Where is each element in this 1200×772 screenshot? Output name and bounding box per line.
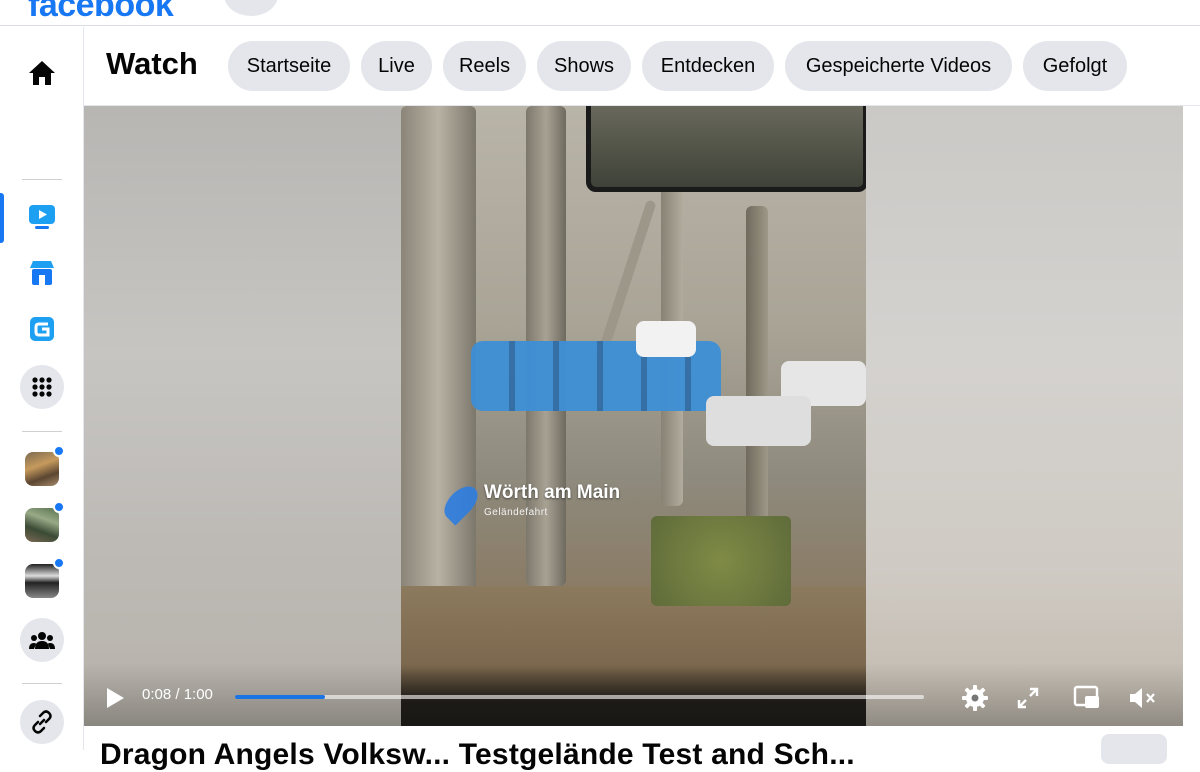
groups-icon: [29, 632, 55, 649]
search-button[interactable]: [224, 0, 278, 16]
grid-icon: [32, 377, 52, 397]
tab-entdecken[interactable]: Entdecken: [642, 41, 774, 91]
rail-divider: [22, 431, 62, 432]
link-icon: [32, 710, 52, 734]
home-button[interactable]: [20, 51, 64, 95]
rail-divider: [22, 683, 62, 684]
gaming-icon: [30, 317, 54, 341]
unread-dot: [53, 501, 65, 513]
group-avatar-2[interactable]: [25, 508, 59, 542]
tree-trunk: [401, 106, 476, 606]
groups-button[interactable]: [20, 618, 64, 662]
active-indicator: [0, 193, 4, 243]
video-time: 0:08 / 1:00: [142, 686, 213, 703]
more-options-button[interactable]: [1101, 734, 1167, 764]
gaming-button[interactable]: [20, 307, 64, 351]
rearview-mirror: [586, 106, 866, 192]
fullscreen-button[interactable]: [1012, 682, 1044, 714]
white-vehicle: [636, 321, 696, 357]
menu-button[interactable]: [20, 365, 64, 409]
unread-dot: [53, 445, 65, 457]
tab-startseite[interactable]: Startseite: [228, 41, 350, 91]
unread-dot: [53, 557, 65, 569]
video-blur-background-left: [84, 106, 401, 726]
rail-divider: [22, 179, 62, 180]
play-icon: [107, 688, 124, 708]
group-avatar-1[interactable]: [25, 452, 59, 486]
top-bar: facebook: [0, 0, 1200, 26]
mute-button[interactable]: [1126, 682, 1158, 714]
home-icon: [29, 61, 55, 85]
tree-trunk: [746, 206, 768, 526]
video-progress-bar[interactable]: [235, 695, 924, 699]
video-progress-fill: [235, 695, 325, 699]
watch-button[interactable]: [20, 195, 64, 239]
fullscreen-expand-icon: [1017, 687, 1039, 709]
moss-stump: [651, 516, 791, 606]
page-title: Watch: [106, 46, 198, 81]
tab-gefolgt[interactable]: Gefolgt: [1023, 41, 1127, 91]
watch-icon: [29, 205, 55, 229]
tab-live[interactable]: Live: [361, 41, 432, 91]
tab-saved-videos[interactable]: Gespeicherte Videos: [785, 41, 1012, 91]
video-frame: Wörth am Main Geländefahrt: [401, 106, 866, 726]
marketplace-button[interactable]: [20, 251, 64, 295]
group-avatar-3[interactable]: [25, 564, 59, 598]
video-location-subtitle: Geländefahrt: [484, 507, 548, 518]
video-title[interactable]: Dragon Angels Volksw... Testgelände Test…: [100, 738, 855, 772]
tab-reels[interactable]: Reels: [443, 41, 526, 91]
settings-icon: [962, 685, 988, 711]
marketplace-icon: [30, 261, 54, 285]
play-button[interactable]: [104, 686, 126, 710]
picture-in-picture-button[interactable]: [1071, 682, 1103, 714]
picture-in-picture-icon: [1073, 685, 1099, 708]
mute-icon: [1130, 688, 1155, 708]
link-button[interactable]: [20, 700, 64, 744]
left-navigation-rail: [0, 27, 84, 750]
video-controls-bar: 0:08 / 1:00: [84, 662, 1183, 726]
video-location-overlay: Wörth am Main: [484, 482, 621, 503]
settings-button[interactable]: [959, 682, 991, 714]
white-vehicle: [706, 396, 811, 446]
facebook-logo[interactable]: facebook: [28, 0, 174, 25]
video-player[interactable]: Wörth am Main Geländefahrt 0:08 / 1:00: [84, 106, 1183, 726]
tab-shows[interactable]: Shows: [537, 41, 631, 91]
video-blur-background-right: [865, 106, 1183, 726]
